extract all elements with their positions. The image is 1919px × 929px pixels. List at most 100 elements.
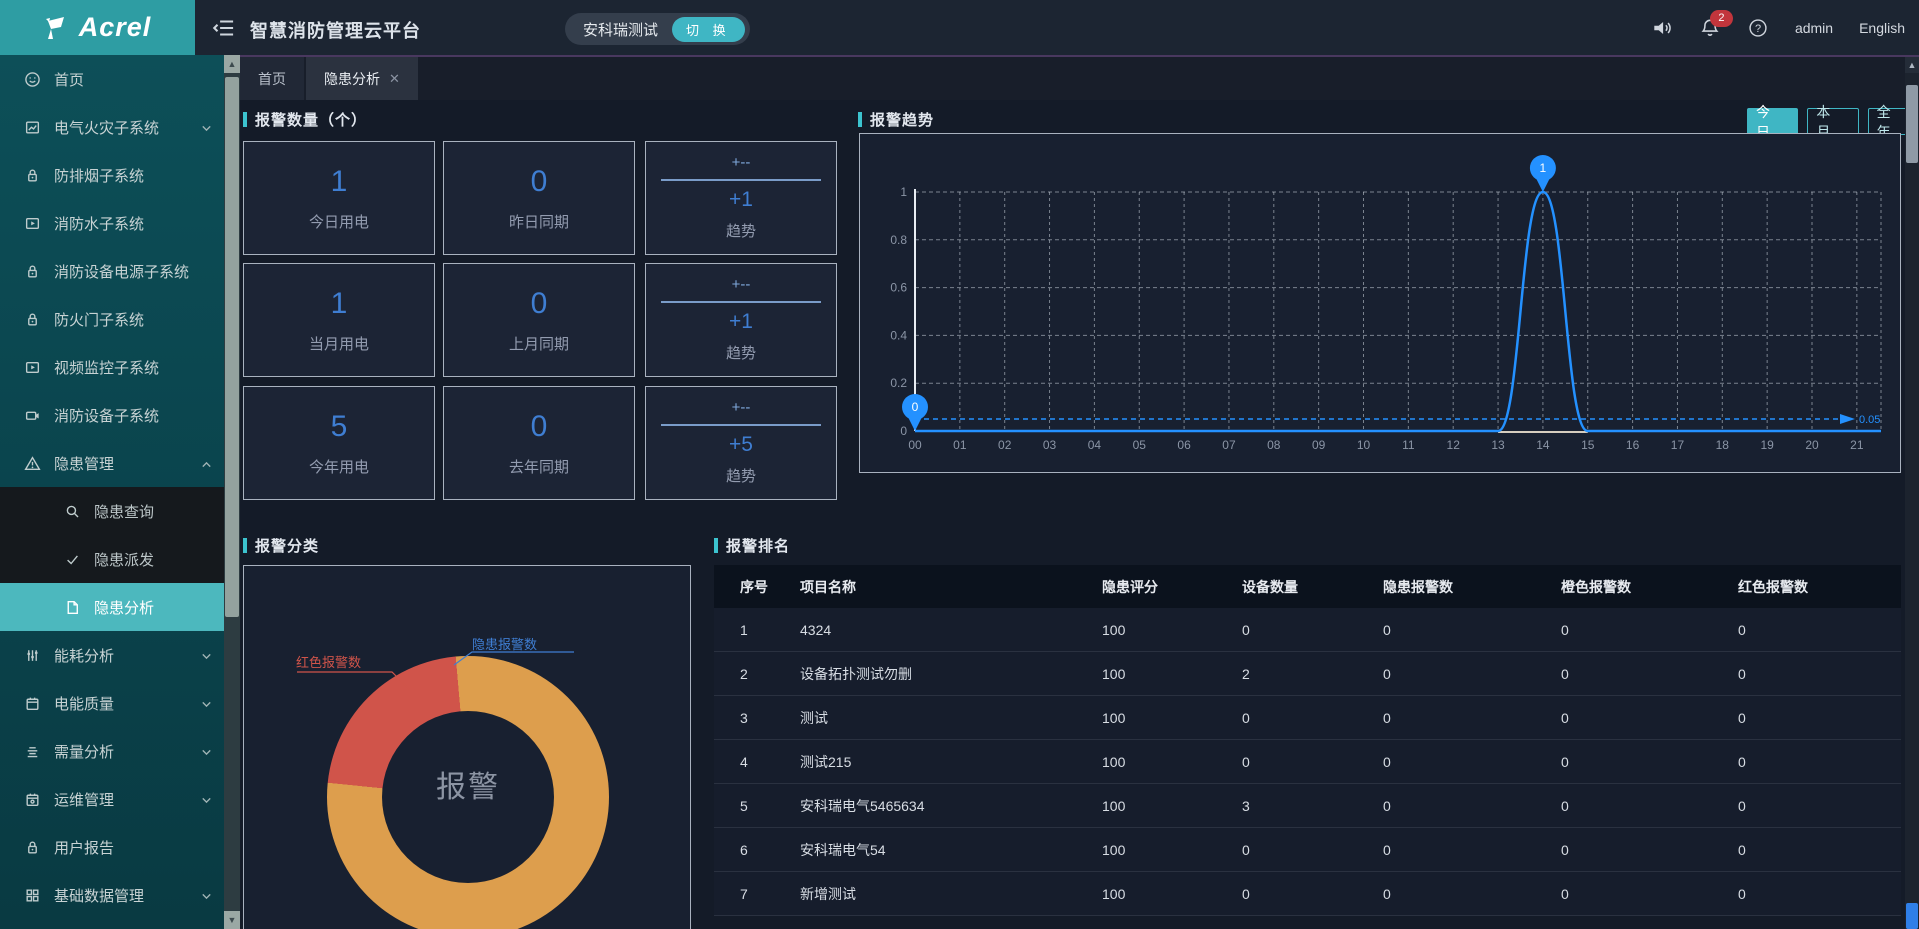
column-header: 橙色报警数 xyxy=(1561,577,1738,597)
table-cell: 0 xyxy=(1738,710,1901,726)
sidebar-item-消防设备子系统[interactable]: 消防设备子系统 xyxy=(0,391,224,439)
table-row[interactable]: 6安科瑞电气541000000 xyxy=(714,828,1901,872)
sidebar-item-label: 运维管理 xyxy=(54,789,114,810)
sidebar-item-label: 用户报告 xyxy=(54,837,114,858)
sidebar-item-隐患派发[interactable]: 隐患派发 xyxy=(0,535,224,583)
sidebar-item-label: 能耗分析 xyxy=(54,645,114,666)
notifications-bell-icon[interactable]: 2 xyxy=(1699,17,1721,39)
svg-text:19: 19 xyxy=(1760,438,1774,452)
switch-project-button[interactable]: 切 换 xyxy=(672,17,745,42)
stat-label: 今年用电 xyxy=(309,456,369,477)
tab-home[interactable]: 首页 xyxy=(240,57,304,100)
sidebar-scroll-up-icon[interactable]: ▲ xyxy=(224,55,240,73)
svg-text:02: 02 xyxy=(998,438,1012,452)
table-row[interactable]: 2设备拓扑测试勿删1002000 xyxy=(714,652,1901,696)
svg-text:13: 13 xyxy=(1491,438,1505,452)
sidebar-item-隐患管理[interactable]: 隐患管理 xyxy=(0,439,224,487)
page-scroll-up-icon[interactable]: ▲ xyxy=(1905,57,1919,73)
table-cell: 0 xyxy=(1561,754,1738,770)
table-cell: 4 xyxy=(740,754,800,770)
video-icon xyxy=(24,215,41,232)
sidebar-item-消防水子系统[interactable]: 消防水子系统 xyxy=(0,199,224,247)
table-row[interactable]: 7新增测试1000000 xyxy=(714,872,1901,916)
sidebar-collapse-icon[interactable] xyxy=(211,15,237,41)
table-row[interactable]: 143241000000 xyxy=(714,608,1901,652)
sidebar-item-电气火灾子系统[interactable]: 电气火灾子系统 xyxy=(0,103,224,151)
sidebar-item-消防设备电源子系统[interactable]: 消防设备电源子系统 xyxy=(0,247,224,295)
sidebar-item-label: 防火门子系统 xyxy=(54,309,144,330)
chevron-down-icon xyxy=(198,120,212,134)
svg-text:14: 14 xyxy=(1536,438,1550,452)
table-row[interactable]: 4测试2151000000 xyxy=(714,740,1901,784)
sidebar-item-需量分析[interactable]: 需量分析 xyxy=(0,727,224,775)
column-header: 项目名称 xyxy=(800,577,1102,597)
svg-text:0.8: 0.8 xyxy=(890,233,907,247)
speaker-icon[interactable] xyxy=(1651,17,1673,39)
language-switch[interactable]: English xyxy=(1859,20,1905,36)
lock-icon xyxy=(24,311,41,328)
calendar-icon xyxy=(24,695,41,712)
trend-label: 趋势 xyxy=(726,220,756,241)
table-cell: 0 xyxy=(1561,622,1738,638)
pie-label-danger-alarms: 隐患报警数 xyxy=(472,634,537,653)
table-row[interactable]: 5安科瑞电气54656341003000 xyxy=(714,784,1901,828)
sidebar-item-label: 首页 xyxy=(54,69,84,90)
svg-text:04: 04 xyxy=(1088,438,1102,452)
table-cell: 3 xyxy=(1242,798,1383,814)
sidebar-scroll-thumb[interactable] xyxy=(225,77,239,617)
sidebar-item-首页[interactable]: 首页 xyxy=(0,55,224,103)
help-icon[interactable]: ? xyxy=(1747,17,1769,39)
lock-icon xyxy=(24,839,41,856)
table-cell: 5 xyxy=(740,798,800,814)
column-header: 红色报警数 xyxy=(1738,577,1901,597)
sidebar-scrollbar[interactable]: ▲ ▼ xyxy=(224,55,240,929)
table-cell: 0 xyxy=(1383,886,1561,902)
table-cell: 安科瑞电气54 xyxy=(800,840,1102,860)
pie-label-red-alarms: 红色报警数 xyxy=(296,652,361,671)
chevron-up-icon xyxy=(198,456,212,470)
pie-label-leaders xyxy=(244,566,690,929)
page-scrollbar[interactable]: ▲ xyxy=(1905,57,1919,929)
sidebar-item-防排烟子系统[interactable]: 防排烟子系统 xyxy=(0,151,224,199)
range-button-本月[interactable]: 本月 xyxy=(1807,108,1858,135)
page-scroll-thumb[interactable] xyxy=(1906,85,1918,163)
sidebar-item-用户报告[interactable]: 用户报告 xyxy=(0,823,224,871)
sidebar-item-防火门子系统[interactable]: 防火门子系统 xyxy=(0,295,224,343)
sidebar-item-隐患查询[interactable]: 隐患查询 xyxy=(0,487,224,535)
trend-label: 趋势 xyxy=(726,342,756,363)
value-stat-card: 0昨日同期 xyxy=(443,141,635,255)
sidebar-item-基础数据管理[interactable]: 基础数据管理 xyxy=(0,871,224,919)
page-scroll-bottom-thumb[interactable] xyxy=(1906,903,1918,929)
table-cell: 0 xyxy=(1383,666,1561,682)
acrel-logo[interactable]: Acrel xyxy=(0,0,195,55)
svg-text:12: 12 xyxy=(1447,438,1461,452)
sidebar-item-电能质量[interactable]: 电能质量 xyxy=(0,679,224,727)
sidebar-item-label: 消防设备子系统 xyxy=(54,405,159,426)
close-tab-icon[interactable]: ✕ xyxy=(389,71,400,87)
sidebar-item-隐患分析[interactable]: 隐患分析 xyxy=(0,583,224,631)
alarm-category-panel: 报警 隐患报警数 红色报警数 xyxy=(243,565,691,929)
trend-value: +5 xyxy=(729,433,753,457)
svg-text:03: 03 xyxy=(1043,438,1057,452)
sidebar-item-运维管理[interactable]: 运维管理 xyxy=(0,775,224,823)
user-menu[interactable]: admin xyxy=(1795,20,1833,36)
trend-stat-card: +--+1趋势 xyxy=(645,263,837,377)
range-button-今日[interactable]: 今日 xyxy=(1747,108,1798,135)
table-row[interactable]: 3测试1000000 xyxy=(714,696,1901,740)
sidebar-item-能耗分析[interactable]: 能耗分析 xyxy=(0,631,224,679)
tab-hidden-danger-analysis[interactable]: 隐患分析 ✕ xyxy=(306,57,418,100)
svg-text:0: 0 xyxy=(900,424,907,438)
sidebar-item-视频监控子系统[interactable]: 视频监控子系统 xyxy=(0,343,224,391)
table-cell: 0 xyxy=(1383,710,1561,726)
value-stat-card: 5今年用电 xyxy=(243,386,435,500)
table-cell: 0 xyxy=(1561,798,1738,814)
trend-numerator: +-- xyxy=(732,277,751,293)
page-title: 智慧消防管理云平台 xyxy=(250,17,421,43)
stat-label: 昨日同期 xyxy=(509,211,569,232)
sidebar-item-label: 隐患派发 xyxy=(94,549,154,570)
sidebar-scroll-down-icon[interactable]: ▼ xyxy=(224,911,240,929)
sidebar-item-label: 隐患分析 xyxy=(94,597,154,618)
table-cell: 0 xyxy=(1383,842,1561,858)
project-badge: 安科瑞测试 切 换 xyxy=(565,13,750,45)
table-cell: 2 xyxy=(740,666,800,682)
